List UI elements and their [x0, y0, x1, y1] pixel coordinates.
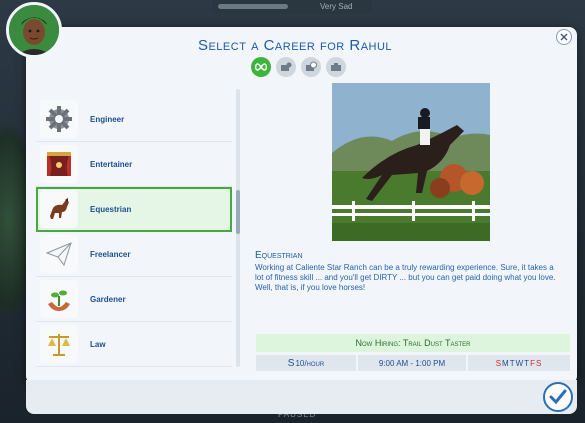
career-label: Engineer — [90, 114, 125, 124]
career-label: Freelancer — [90, 249, 131, 259]
job-info-bar: S 10/hour 9:00 AM - 1:00 PM S M T W T F … — [256, 355, 570, 371]
career-label: Entertainer — [90, 159, 133, 169]
briefcase-icon — [331, 63, 341, 71]
career-item-engineer[interactable]: Engineer — [36, 97, 232, 142]
scrollbar-thumb[interactable] — [236, 190, 240, 234]
career-item-entertainer[interactable]: Entertainer — [36, 142, 232, 187]
background-status-bar: Very Sad — [212, 0, 372, 14]
career-item-law[interactable]: Law — [36, 322, 232, 367]
dialog-title: Select a Career for Rahul — [197, 37, 393, 54]
pay-rate: S 10/hour — [256, 355, 356, 371]
work-hours: 9:00 AM - 1:00 PM — [358, 355, 466, 371]
pay-value: 10/hour — [295, 358, 325, 368]
filter-part-time-button[interactable] — [276, 57, 296, 77]
part-time-icon — [281, 62, 292, 71]
avatar[interactable] — [6, 2, 62, 58]
clock-icon — [306, 61, 317, 71]
career-description: Working at Caliente Star Ranch can be a … — [255, 263, 556, 292]
career-label: Equestrian — [90, 204, 132, 214]
filter-work-from-home-button[interactable] — [301, 57, 321, 77]
career-image — [332, 83, 490, 241]
career-list[interactable]: Engineer Entertainer Equestrian Freelanc… — [36, 83, 232, 369]
work-days: S M T W T F S — [468, 355, 570, 371]
career-item-gardener[interactable]: Gardener — [36, 277, 232, 322]
filter-all-button[interactable] — [251, 57, 271, 77]
now-hiring-banner: Now Hiring: Trail Dust Taster — [256, 334, 570, 352]
day-saturday: S — [535, 358, 543, 368]
mood-text: Very Sad — [320, 2, 353, 11]
career-title: Equestrian — [255, 250, 303, 261]
career-label: Gardener — [90, 294, 126, 304]
close-icon — [560, 33, 568, 41]
horse-icon — [50, 198, 69, 219]
day-wednesday: W — [515, 358, 525, 368]
career-label: Law — [90, 339, 106, 349]
confirm-button[interactable] — [543, 382, 573, 412]
close-button[interactable] — [556, 29, 572, 45]
gear-icon — [46, 106, 72, 132]
scales-icon — [48, 334, 70, 356]
paper-plane-icon — [45, 242, 72, 267]
stage-curtain-icon — [47, 152, 71, 176]
list-item-partial — [36, 83, 232, 97]
simoleon-icon: S — [287, 357, 295, 369]
dialog-footer — [26, 380, 577, 414]
infinity-icon — [254, 63, 268, 71]
career-item-equestrian[interactable]: Equestrian — [36, 187, 232, 232]
career-item-freelancer[interactable]: Freelancer — [36, 232, 232, 277]
filter-full-time-button[interactable] — [326, 57, 346, 77]
need-bar — [218, 4, 288, 9]
day-monday: M — [502, 358, 510, 368]
checkmark-icon — [549, 389, 567, 405]
career-filter-bar — [251, 57, 346, 79]
plant-hands-icon — [48, 290, 70, 311]
sim-portrait-icon — [9, 5, 59, 55]
